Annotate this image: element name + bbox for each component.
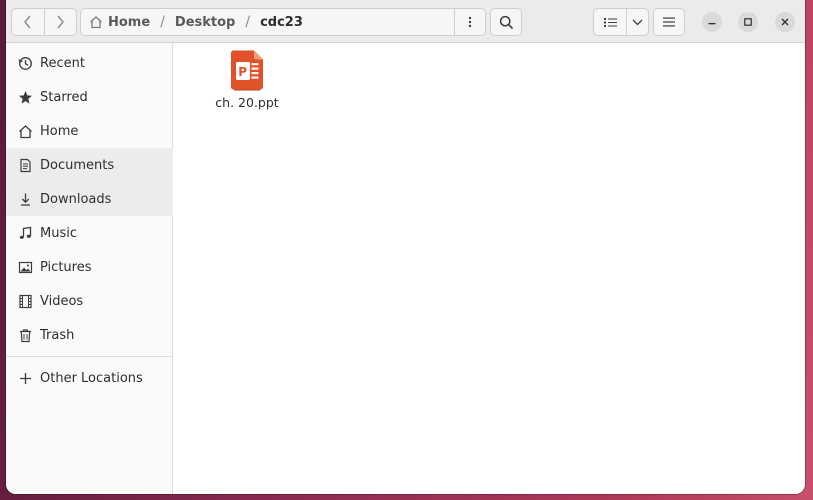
list-view-button[interactable] (594, 9, 626, 35)
close-icon (780, 17, 790, 27)
sidebar-item-downloads[interactable]: Downloads (6, 182, 173, 216)
document-icon (17, 157, 33, 173)
path-menu-button[interactable] (454, 9, 485, 35)
chevron-left-icon (23, 15, 33, 29)
star-icon (17, 89, 33, 105)
sidebar-item-label: Other Locations (40, 370, 143, 386)
path-bar: Home / Desktop / cdc23 (80, 8, 486, 36)
header-bar: Home / Desktop / cdc23 (6, 0, 805, 43)
sidebar-item-label: Documents (40, 157, 115, 173)
maximize-button[interactable] (738, 12, 758, 32)
file-item[interactable]: P ch. 20.ppt (210, 49, 284, 110)
breadcrumb-cdc23[interactable]: cdc23 (260, 15, 303, 30)
maximize-icon (743, 17, 753, 27)
close-button[interactable] (775, 12, 795, 32)
forward-button[interactable] (43, 9, 77, 35)
breadcrumb-separator: / (160, 14, 165, 30)
view-buttons (593, 8, 649, 36)
breadcrumb-desktop-label: Desktop (174, 14, 236, 30)
file-view: P ch. 20.ppt (174, 43, 805, 494)
view-options-button[interactable] (626, 9, 648, 35)
home-icon (89, 15, 103, 29)
file-name: ch. 20.ppt (215, 95, 279, 110)
hamburger-menu-icon (663, 17, 675, 27)
navigation-buttons (11, 8, 77, 36)
plus-icon (17, 370, 33, 386)
sidebar-item-label: Videos (40, 293, 84, 309)
sidebar-item-videos[interactable]: Videos (6, 284, 173, 318)
trash-icon (17, 327, 33, 343)
chevron-right-icon (55, 15, 65, 29)
file-manager-window: Home / Desktop / cdc23 Recent Starred Ho… (6, 0, 805, 494)
music-icon (17, 225, 33, 241)
search-icon (499, 15, 514, 30)
home-icon (17, 123, 33, 139)
sidebar-item-label: Music (40, 225, 77, 241)
video-icon (17, 293, 33, 309)
search-button[interactable] (490, 8, 522, 36)
sidebar-item-label: Starred (40, 89, 88, 105)
sidebar-item-starred[interactable]: Starred (6, 80, 173, 114)
download-icon (17, 191, 33, 207)
sidebar-divider (6, 356, 173, 357)
sidebar-item-label: Recent (40, 55, 85, 71)
back-button[interactable] (12, 9, 44, 35)
sidebar-item-other-locations[interactable]: Other Locations (6, 361, 173, 395)
svg-text:P: P (238, 65, 247, 79)
breadcrumb-separator: / (245, 14, 251, 30)
vertical-dots-icon (468, 15, 472, 29)
sidebar-item-pictures[interactable]: Pictures (6, 250, 173, 284)
chevron-down-icon (632, 19, 643, 26)
powerpoint-file-icon: P (229, 49, 265, 91)
sidebar-item-label: Pictures (40, 259, 92, 275)
sidebar-item-label: Trash (40, 327, 75, 343)
sidebar: Recent Starred Home Documents Downloads (6, 43, 173, 494)
sidebar-item-recent[interactable]: Recent (6, 46, 173, 80)
breadcrumb-home[interactable]: Home (81, 15, 150, 30)
breadcrumb-current-label: cdc23 (260, 14, 303, 30)
clock-icon (17, 55, 33, 71)
sidebar-item-trash[interactable]: Trash (6, 318, 173, 352)
sidebar-item-label: Downloads (40, 191, 112, 207)
picture-icon (17, 259, 33, 275)
sidebar-item-label: Home (40, 123, 79, 139)
main-menu-button[interactable] (653, 8, 685, 36)
minimize-icon (707, 17, 717, 27)
sidebar-item-music[interactable]: Music (6, 216, 173, 250)
list-view-icon (603, 17, 617, 28)
sidebar-item-home[interactable]: Home (6, 114, 173, 148)
breadcrumb-desktop[interactable]: Desktop (175, 15, 235, 30)
minimize-button[interactable] (702, 12, 722, 32)
sidebar-item-documents[interactable]: Documents (6, 148, 173, 182)
breadcrumb-home-label: Home (108, 14, 151, 30)
